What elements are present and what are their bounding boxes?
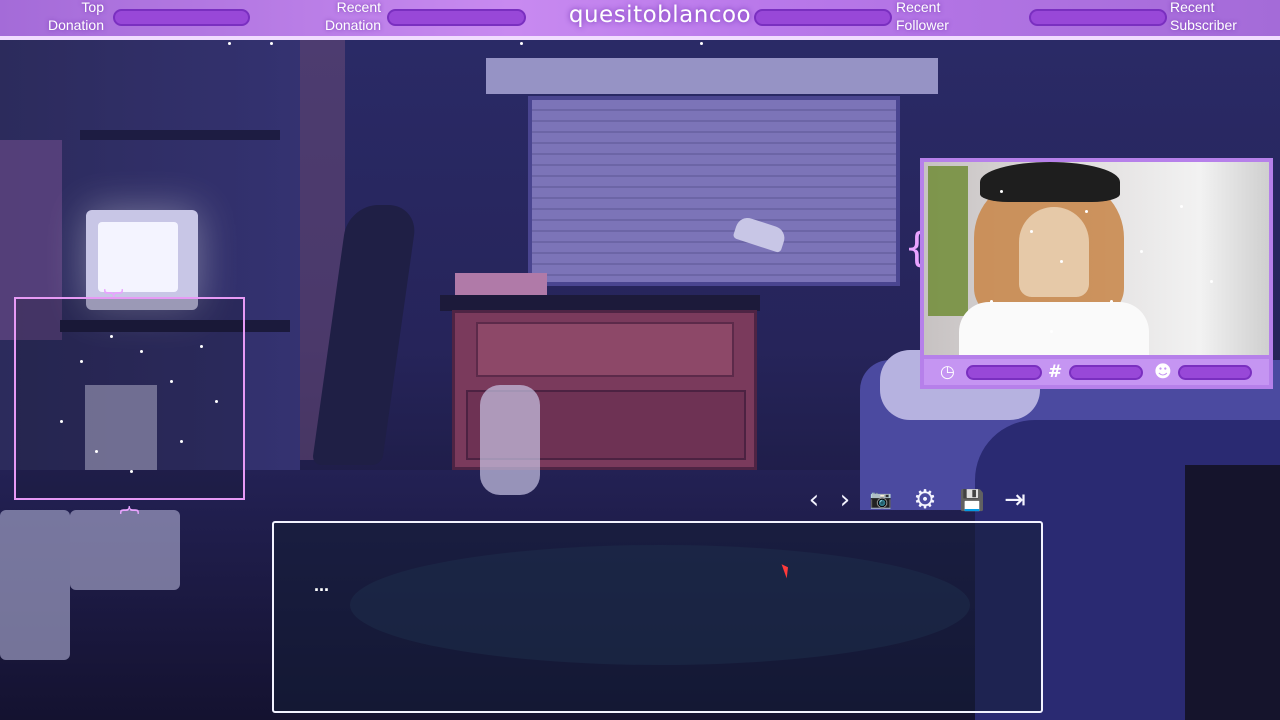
streamer-face <box>1019 207 1089 297</box>
user-value-pill <box>1178 365 1252 380</box>
dialogue-box[interactable]: ... <box>272 521 1043 713</box>
sparkle-dot <box>180 440 183 443</box>
chevron-left-icon: ‹ <box>808 485 820 515</box>
clothes-pile <box>480 385 540 495</box>
clock-icon: ◷ <box>940 362 955 382</box>
save-icon: 💾 <box>959 488 985 512</box>
top-donation-label: Top Donation <box>47 0 104 33</box>
dialogue-text: ... <box>314 575 330 595</box>
webcam-frame: ◷ # ☻ <box>920 158 1273 389</box>
recent-follower-value-pill <box>754 9 892 26</box>
save-button[interactable]: 💾 <box>957 485 987 515</box>
sparkle-dot <box>95 450 98 453</box>
hashtag-value-pill <box>1069 365 1143 380</box>
sparkle-dot <box>170 380 173 383</box>
sparkle-dot <box>270 42 273 45</box>
sparkle-dot <box>110 335 113 338</box>
recent-follower-label: Recent Follower <box>896 0 949 33</box>
sparkle-dot <box>1140 250 1143 253</box>
gear-icon: ⚙ <box>913 485 937 515</box>
sparkle-dot <box>200 345 203 348</box>
webcam-video <box>924 162 1269 355</box>
stream-overlay-topbar: Top Donation Recent Donation quesitoblan… <box>0 0 1280 36</box>
sparkle-dot <box>1050 330 1053 333</box>
dresser-drawer-top <box>476 322 734 377</box>
camera-icon: 📷 <box>869 489 893 510</box>
sparkle-dot <box>228 42 231 45</box>
top-donation-value-pill <box>113 9 250 26</box>
forward-button[interactable]: › <box>830 485 860 515</box>
back-button[interactable]: ‹ <box>799 485 829 515</box>
sparkle-dot <box>130 470 133 473</box>
sparkle-dot <box>990 300 993 303</box>
settings-button[interactable]: ⚙ <box>910 485 940 515</box>
sparkle-dot <box>700 42 703 45</box>
user-icon: ☻ <box>1154 362 1172 382</box>
sparkle-dot <box>1030 230 1033 233</box>
shelf <box>80 130 280 140</box>
sparkle-dot <box>60 420 63 423</box>
webcam-info-bar: ◷ # ☻ <box>924 359 1269 385</box>
window-blinds <box>528 96 900 286</box>
recent-donation-value-pill <box>387 9 526 26</box>
channel-name: quesitoblancoo <box>568 2 752 28</box>
trash-bin <box>0 510 70 660</box>
chevron-right-icon: › <box>839 485 851 515</box>
sparkle-dot <box>80 360 83 363</box>
window-valance <box>486 58 938 94</box>
sparkle-dot <box>1000 190 1003 193</box>
cat-ears-headband <box>980 162 1120 202</box>
hashtag-icon: # <box>1048 362 1063 382</box>
closet <box>1185 465 1280 720</box>
sparkle-dot <box>1180 205 1183 208</box>
recent-donation-label: Recent Donation <box>324 0 381 33</box>
dresser-top <box>440 295 760 311</box>
screenshot-button[interactable]: 📷 <box>866 485 896 515</box>
monitor-screen <box>98 222 178 292</box>
sparkle-dot <box>215 400 218 403</box>
printer <box>70 510 180 590</box>
recent-subscriber-value-pill <box>1029 9 1167 26</box>
sparkle-dot <box>1210 280 1213 283</box>
sparkle-dot <box>520 42 523 45</box>
sparkle-dot <box>1060 260 1063 263</box>
exit-icon: ⇥ <box>1004 485 1026 515</box>
books <box>455 273 547 295</box>
webcam-background-poster <box>928 166 968 316</box>
sparkle-dot <box>1110 300 1113 303</box>
clock-value-pill <box>966 365 1042 380</box>
streamer-shirt <box>959 302 1149 355</box>
recent-subscriber-label: Recent Subscriber <box>1170 0 1237 33</box>
frame-brace-bottom: } <box>116 503 141 517</box>
exit-button[interactable]: ⇥ <box>1000 485 1030 515</box>
sparkle-dot <box>140 350 143 353</box>
topbar-divider <box>0 36 1280 40</box>
sparkle-dot <box>1085 210 1088 213</box>
